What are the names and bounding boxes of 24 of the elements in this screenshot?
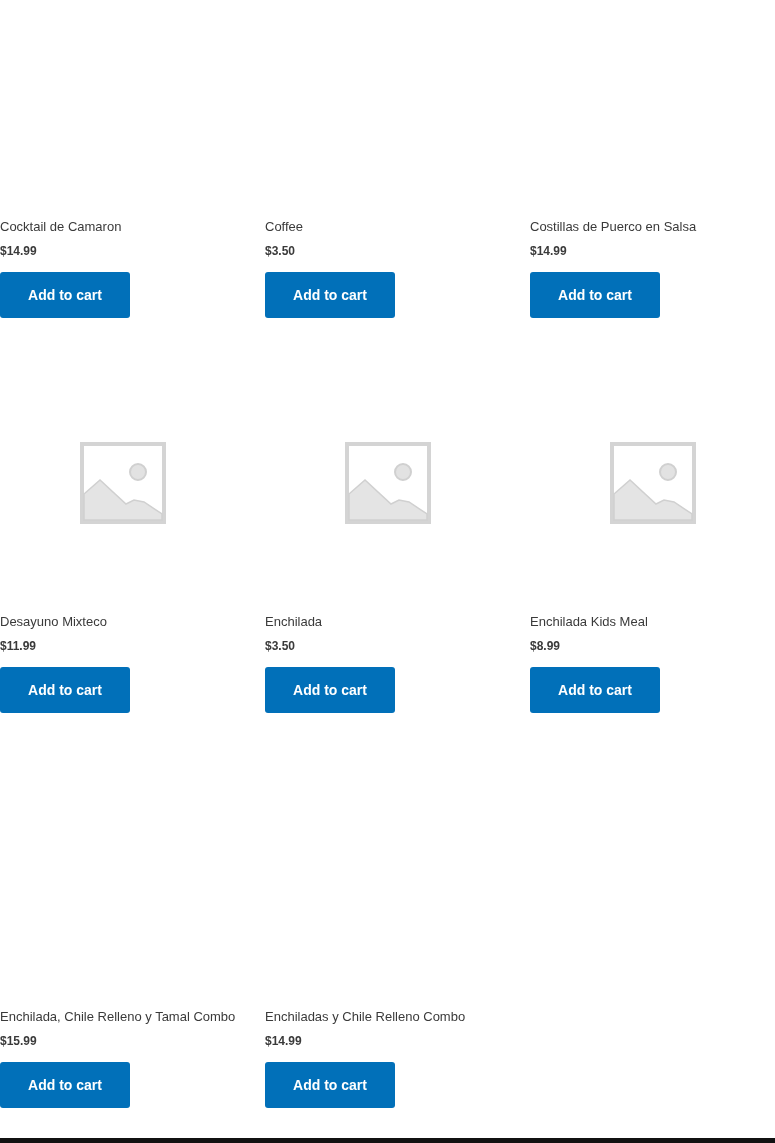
add-to-cart-button[interactable]: Add to cart [0, 1062, 130, 1108]
add-to-cart-button[interactable]: Add to cart [530, 667, 660, 713]
product-price: $14.99 [530, 243, 567, 260]
product-price: $8.99 [530, 638, 561, 655]
add-to-cart-button[interactable]: Add to cart [265, 667, 395, 713]
add-to-cart-button[interactable]: Add to cart [265, 272, 395, 318]
product-name[interactable]: Enchilada, Chile Relleno y Tamal Combo [0, 1007, 236, 1027]
product-name[interactable]: Costillas de Puerco en Salsa [530, 217, 697, 237]
product-name[interactable]: Enchilada [265, 612, 323, 632]
product-name[interactable]: Cocktail de Camaron [0, 217, 122, 237]
product-price: $14.99 [265, 1033, 302, 1050]
add-to-cart-button[interactable]: Add to cart [265, 1062, 395, 1108]
product-name[interactable]: Coffee [265, 217, 304, 237]
product-name[interactable]: Enchiladas y Chile Relleno Combo [265, 1007, 466, 1027]
add-to-cart-button[interactable]: Add to cart [0, 667, 130, 713]
product-price: $14.99 [0, 243, 37, 260]
add-to-cart-button[interactable]: Add to cart [0, 272, 130, 318]
product-name[interactable]: Enchilada Kids Meal [530, 612, 648, 632]
product-price: $15.99 [0, 1033, 37, 1050]
product-name[interactable]: Desayuno Mixteco [0, 612, 107, 632]
product-price: $3.50 [265, 243, 296, 260]
product-price: $11.99 [0, 638, 37, 655]
product-price: $3.50 [265, 638, 296, 655]
add-to-cart-button[interactable]: Add to cart [530, 272, 660, 318]
